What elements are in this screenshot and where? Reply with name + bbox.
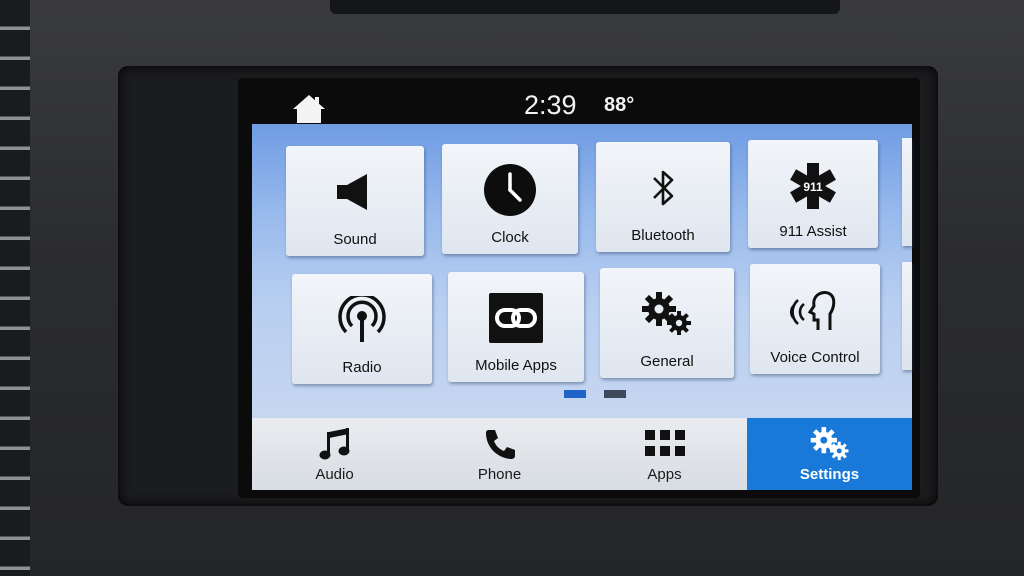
tile-voice-control[interactable]: Voice Control	[750, 264, 880, 374]
tab-label: Settings	[799, 466, 860, 483]
tab-apps[interactable]: Apps	[582, 418, 747, 490]
tab-phone[interactable]: Phone	[417, 418, 582, 490]
page-dot-inactive[interactable]	[604, 390, 626, 398]
dashboard-bezel-top	[330, 0, 840, 14]
tab-settings[interactable]: Settings	[747, 418, 912, 490]
grid-icon	[644, 426, 685, 462]
radio-antenna-icon	[332, 290, 392, 350]
tile-mobile-apps[interactable]: Mobile Apps	[448, 272, 584, 382]
gears-icon	[637, 284, 697, 344]
gears-icon	[810, 426, 850, 462]
tile-radio[interactable]: Radio	[292, 274, 432, 384]
tile-label: Clock	[491, 229, 529, 246]
page-dot-active[interactable]	[564, 390, 586, 398]
home-icon[interactable]	[292, 94, 326, 124]
tile-label: Mobile Apps	[475, 357, 557, 374]
next-page-tile-edge[interactable]	[902, 262, 912, 370]
tile-general[interactable]: General	[600, 268, 734, 378]
next-page-tile-edge[interactable]	[902, 138, 912, 246]
tile-label: General	[640, 353, 694, 370]
tab-label: Apps	[647, 466, 682, 483]
page-indicator	[564, 390, 634, 402]
dashboard-panel: 2:39 88° Sound Clock Bluetooth 911 911 A…	[0, 0, 1024, 576]
bottom-tab-bar: Audio Phone Apps Settings	[252, 418, 912, 490]
tab-label: Audio	[315, 466, 354, 483]
emergency-star-icon: 911	[783, 156, 843, 216]
tile-clock[interactable]: Clock	[442, 144, 578, 254]
clock-time: 2:39	[524, 90, 577, 120]
settings-grid: Sound Clock Bluetooth 911 911 Assist Rad…	[252, 124, 912, 418]
clock-icon	[480, 160, 540, 220]
tab-audio[interactable]: Audio	[252, 418, 417, 490]
tile-label: 911 Assist	[779, 223, 847, 240]
tile-label: Sound	[333, 231, 377, 248]
music-note-icon	[315, 426, 355, 462]
tile-sound[interactable]: Sound	[286, 146, 424, 256]
tile-label: Radio	[342, 359, 382, 376]
tab-label: Phone	[477, 466, 522, 483]
tile-label: Voice Control	[770, 349, 860, 366]
tile-911-assist[interactable]: 911 911 Assist	[748, 140, 878, 248]
infotainment-screen: 2:39 88° Sound Clock Bluetooth 911 911 A…	[238, 78, 920, 498]
phone-handset-icon	[480, 426, 520, 462]
outside-temperature: 88°	[604, 94, 635, 116]
status-bar: 2:39 88°	[238, 78, 920, 124]
voice-head-icon	[785, 280, 845, 340]
tile-bluetooth[interactable]: Bluetooth	[596, 142, 730, 252]
link-icon	[486, 288, 546, 348]
911-badge: 911	[803, 180, 823, 194]
tile-label: Bluetooth	[631, 227, 695, 244]
speaker-icon	[325, 162, 385, 222]
bluetooth-icon	[633, 158, 693, 218]
air-vent	[0, 0, 30, 576]
